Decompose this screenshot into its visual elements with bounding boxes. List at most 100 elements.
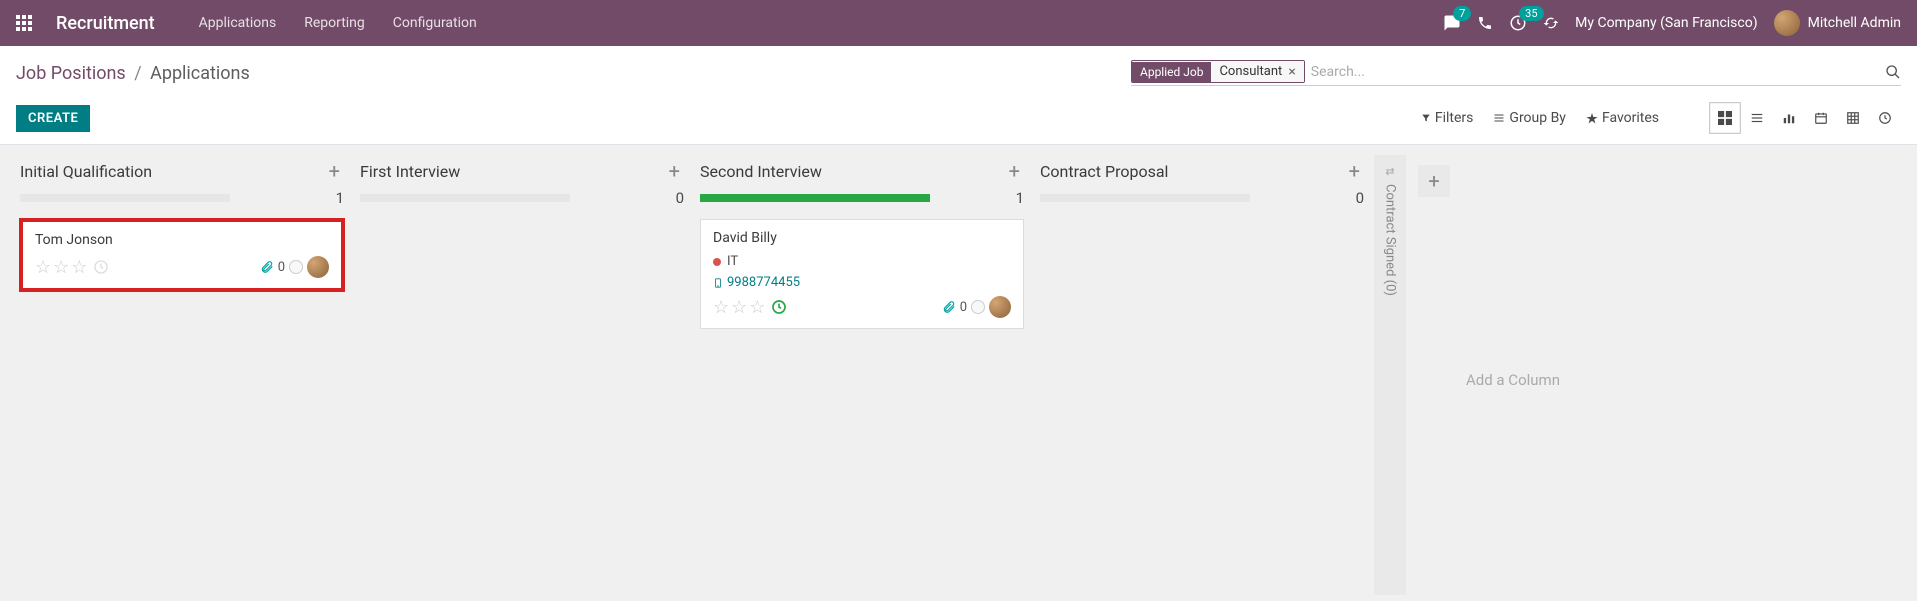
assignee-avatar[interactable] — [989, 296, 1011, 318]
tag-color-dot — [713, 258, 721, 266]
kanban-column-folded-contract-signed[interactable]: ⇄ Contract Signed (0) — [1374, 155, 1406, 595]
navbar-right: 7 35 My Company (San Francisco) Mitchell… — [1443, 10, 1901, 36]
apps-icon[interactable] — [16, 15, 32, 31]
nav-links: Applications Reporting Configuration — [199, 15, 477, 31]
user-menu[interactable]: Mitchell Admin — [1774, 10, 1901, 36]
kanban-card[interactable]: David Billy IT 9988774455 ☆ ☆ ☆ — [700, 219, 1024, 329]
user-avatar — [1774, 10, 1800, 36]
view-kanban-icon[interactable] — [1709, 102, 1741, 134]
card-title: David Billy — [713, 230, 1011, 246]
column-title[interactable]: Initial Qualification — [20, 162, 325, 181]
app-brand[interactable]: Recruitment — [56, 13, 155, 34]
control-panel-bottom: CREATE Filters Group By Favorites — [16, 102, 1901, 144]
column-title[interactable]: Contract Proposal — [1040, 162, 1345, 181]
column-quick-add-icon[interactable]: + — [1005, 159, 1024, 183]
control-panel: Job Positions / Applications Applied Job… — [0, 46, 1917, 145]
nav-link-applications[interactable]: Applications — [199, 15, 277, 31]
messages-icon[interactable]: 7 — [1443, 14, 1461, 32]
control-panel-top: Job Positions / Applications Applied Job… — [16, 60, 1901, 86]
activities-icon[interactable]: 35 — [1509, 14, 1527, 32]
activity-clock-icon[interactable] — [93, 259, 109, 275]
card-phone[interactable]: 9988774455 — [713, 275, 1011, 290]
activities-badge: 35 — [1519, 6, 1543, 21]
messages-badge: 7 — [1453, 6, 1471, 21]
card-footer: ☆ ☆ ☆ 0 — [35, 256, 329, 278]
card-right: 0 — [942, 296, 1011, 318]
star-icon[interactable]: ☆ — [71, 257, 87, 278]
column-header: Initial Qualification + — [16, 155, 348, 189]
favorites-button[interactable]: Favorites — [1586, 110, 1659, 126]
mobile-icon — [713, 276, 723, 290]
column-progress-row: 1 — [16, 189, 348, 213]
card-footer: ☆ ☆ ☆ 0 — [713, 296, 1011, 318]
column-quick-add-icon[interactable]: + — [325, 159, 344, 183]
kanban-card[interactable]: Tom Jonson ☆ ☆ ☆ 0 — [20, 219, 344, 291]
column-title[interactable]: First Interview — [360, 162, 665, 181]
star-icon[interactable]: ☆ — [749, 297, 765, 318]
column-count: 0 — [668, 189, 684, 207]
search-options-wrap: Filters Group By Favorites — [862, 102, 1901, 134]
add-column-button[interactable]: + — [1418, 165, 1450, 197]
view-graph-icon[interactable] — [1773, 102, 1805, 134]
column-progress-bar — [700, 194, 930, 202]
column-quick-add-icon[interactable]: + — [665, 159, 684, 183]
kanban-column-second-interview: Second Interview + 1 David Billy IT 9988… — [692, 155, 1032, 595]
column-title[interactable]: Second Interview — [700, 162, 1005, 181]
attachment-icon[interactable] — [942, 300, 956, 314]
facet-label: Applied Job — [1132, 62, 1211, 82]
search-icon[interactable] — [1885, 64, 1901, 80]
phone-icon[interactable] — [1477, 15, 1493, 31]
kanban-state-icon[interactable] — [289, 260, 303, 274]
facet-value: Consultant × — [1211, 61, 1303, 82]
add-column-label[interactable]: Add a Column — [1466, 371, 1560, 389]
card-title: Tom Jonson — [35, 232, 329, 248]
user-name: Mitchell Admin — [1808, 15, 1901, 31]
fold-arrows-icon: ⇄ — [1385, 165, 1394, 178]
card-right: 0 — [260, 256, 329, 278]
view-list-icon[interactable] — [1741, 102, 1773, 134]
breadcrumb-root[interactable]: Job Positions — [16, 63, 126, 84]
folded-column-title: Contract Signed (0) — [1383, 184, 1398, 296]
search-facet: Applied Job Consultant × — [1131, 60, 1305, 83]
assignee-avatar[interactable] — [307, 256, 329, 278]
star-icon[interactable]: ☆ — [713, 297, 729, 318]
group-by-button[interactable]: Group By — [1493, 110, 1566, 126]
kanban-state-icon[interactable] — [971, 300, 985, 314]
star-icon[interactable]: ☆ — [35, 257, 51, 278]
tag-label: IT — [727, 254, 738, 269]
star-icon[interactable]: ☆ — [53, 257, 69, 278]
column-count: 0 — [1348, 189, 1364, 207]
search-bar: Applied Job Consultant × — [1131, 60, 1901, 86]
navbar: Recruitment Applications Reporting Confi… — [0, 0, 1917, 46]
debug-icon[interactable] — [1543, 15, 1559, 31]
star-icon[interactable]: ☆ — [731, 297, 747, 318]
activity-clock-icon[interactable] — [771, 299, 787, 315]
breadcrumb-separator: / — [134, 63, 141, 84]
column-progress-row: 0 — [356, 189, 688, 213]
attachment-icon[interactable] — [260, 260, 274, 274]
company-name[interactable]: My Company (San Francisco) — [1575, 15, 1757, 31]
attachment-count: 0 — [278, 260, 285, 275]
column-count: 1 — [328, 189, 344, 207]
view-pivot-icon[interactable] — [1837, 102, 1869, 134]
navbar-left: Recruitment Applications Reporting Confi… — [16, 13, 477, 34]
facet-remove-icon[interactable]: × — [1288, 65, 1295, 79]
add-column-area: + Add a Column — [1408, 155, 1560, 595]
view-calendar-icon[interactable] — [1805, 102, 1837, 134]
attachment-count: 0 — [960, 300, 967, 315]
card-priority-stars[interactable]: ☆ ☆ ☆ — [713, 297, 787, 318]
card-priority-stars[interactable]: ☆ ☆ ☆ — [35, 257, 109, 278]
view-activity-icon[interactable] — [1869, 102, 1901, 134]
search-input[interactable] — [1311, 64, 1885, 80]
filters-button[interactable]: Filters — [1421, 110, 1474, 126]
column-progress-row: 1 — [696, 189, 1028, 213]
column-quick-add-icon[interactable]: + — [1345, 159, 1364, 183]
kanban-column-initial-qualification: Initial Qualification + 1 Tom Jonson ☆ ☆… — [12, 155, 352, 595]
card-tags: IT — [713, 254, 1011, 269]
create-button[interactable]: CREATE — [16, 105, 90, 132]
column-count: 1 — [1008, 189, 1024, 207]
nav-link-reporting[interactable]: Reporting — [304, 15, 365, 31]
kanban-column-first-interview: First Interview + 0 — [352, 155, 692, 595]
column-progress-row: 0 — [1036, 189, 1368, 213]
nav-link-configuration[interactable]: Configuration — [393, 15, 477, 31]
